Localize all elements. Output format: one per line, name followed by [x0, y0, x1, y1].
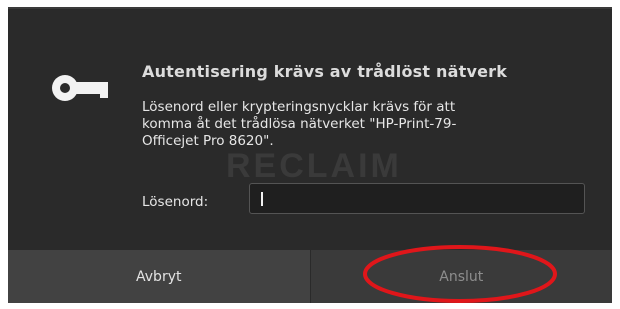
dialog-top-border — [8, 7, 612, 9]
wifi-auth-dialog: Autentisering krävs av trådlöst nätverk … — [8, 7, 612, 303]
dialog-message: Lösenord eller krypteringsnycklar krävs … — [142, 99, 562, 150]
watermark: RECLAIM — [226, 147, 402, 185]
message-line: Lösenord eller krypteringsnycklar krävs … — [142, 99, 456, 115]
text-cursor — [261, 192, 263, 206]
cancel-button[interactable]: Avbryt — [8, 250, 311, 303]
dialog-button-row: Avbryt Anslut — [8, 250, 612, 303]
key-icon — [52, 75, 108, 101]
connect-button[interactable]: Anslut — [310, 250, 612, 303]
password-label: Lösenord: — [142, 194, 209, 210]
message-line: komma åt det trådlösa nätverket "HP-Prin… — [142, 116, 457, 132]
dialog-title: Autentisering krävs av trådlöst nätverk — [142, 62, 508, 81]
password-input[interactable] — [249, 183, 585, 214]
